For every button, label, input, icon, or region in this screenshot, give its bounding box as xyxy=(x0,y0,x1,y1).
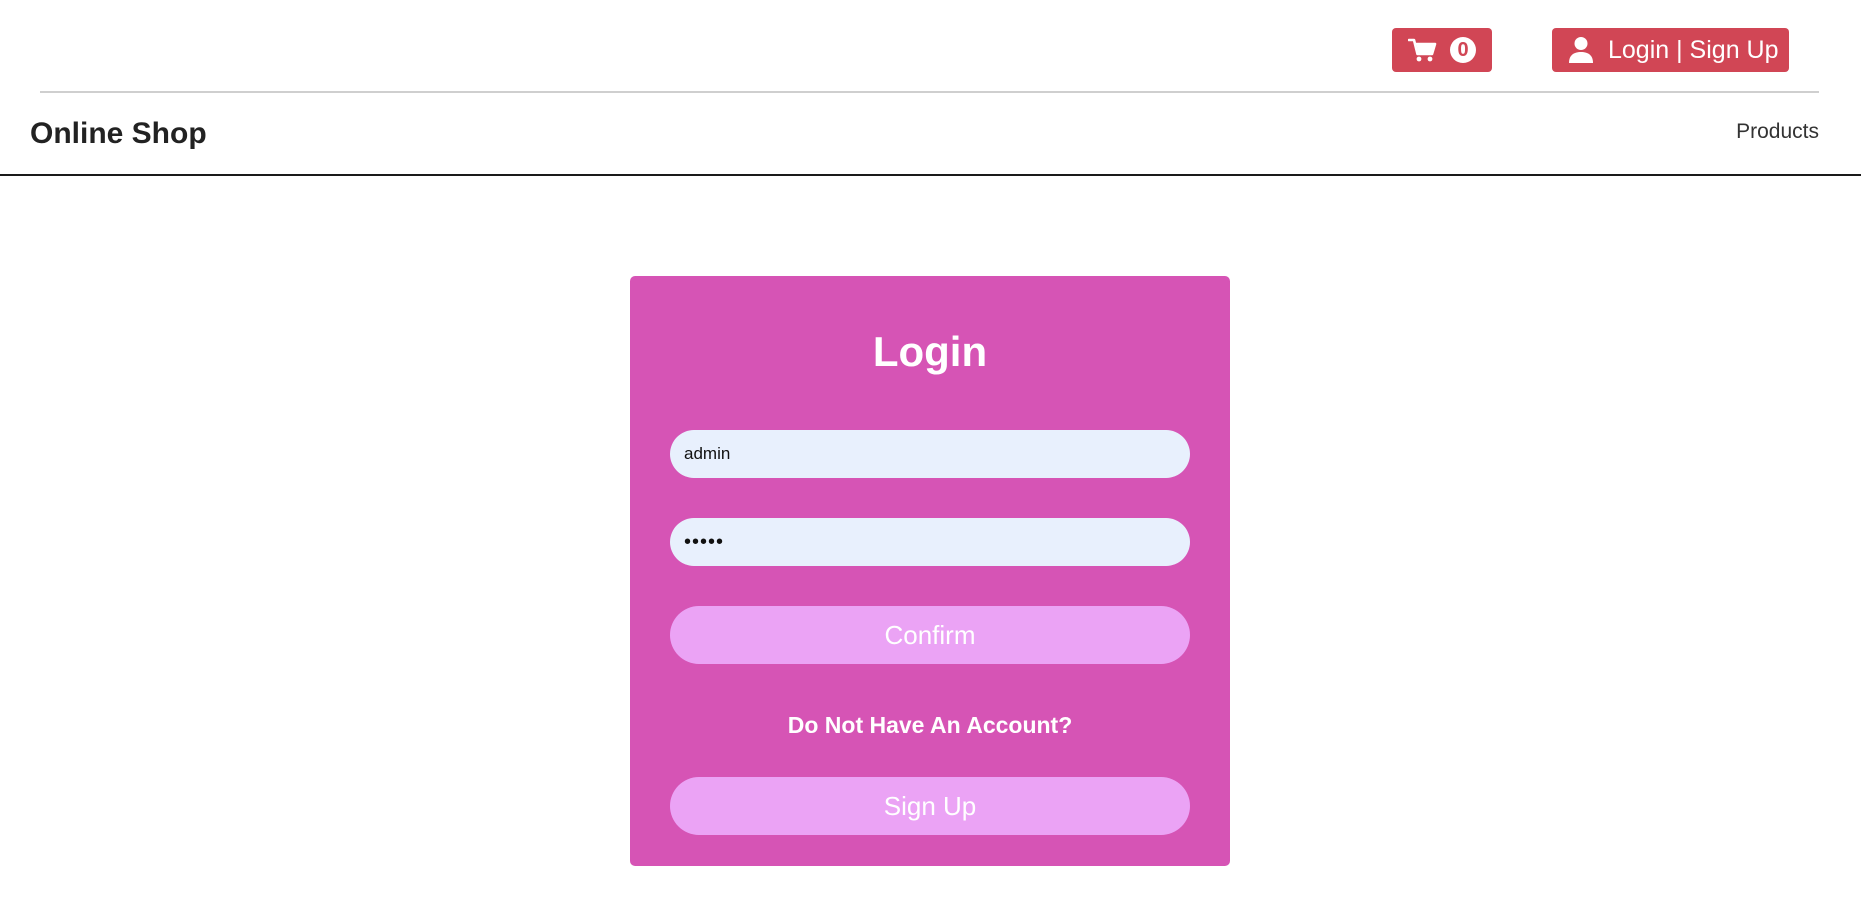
username-input[interactable] xyxy=(670,430,1190,478)
no-account-text: Do Not Have An Account? xyxy=(787,712,1073,738)
top-bar: 0 Login | Sign Up xyxy=(0,0,1861,93)
brand-logo[interactable]: Online Shop xyxy=(30,117,207,151)
nav-link-products[interactable]: Products xyxy=(1736,120,1819,144)
login-title: Login xyxy=(872,328,988,375)
navbar: Online Shop Products xyxy=(0,93,1861,175)
login-signup-label: Login | Sign Up xyxy=(1608,35,1779,64)
login-signup-button[interactable]: Login | Sign Up xyxy=(1552,28,1789,72)
login-card: Login Confirm Do Not Have An Account? Si… xyxy=(630,276,1230,866)
cart-button[interactable]: 0 xyxy=(1392,28,1492,72)
navbar-divider xyxy=(0,174,1861,176)
sign-up-button[interactable]: Sign Up xyxy=(670,777,1190,835)
password-input[interactable] xyxy=(670,518,1190,566)
user-icon xyxy=(1568,36,1594,64)
shopping-cart-icon xyxy=(1408,37,1438,63)
confirm-button[interactable]: Confirm xyxy=(670,606,1190,664)
cart-count-badge: 0 xyxy=(1450,37,1476,63)
